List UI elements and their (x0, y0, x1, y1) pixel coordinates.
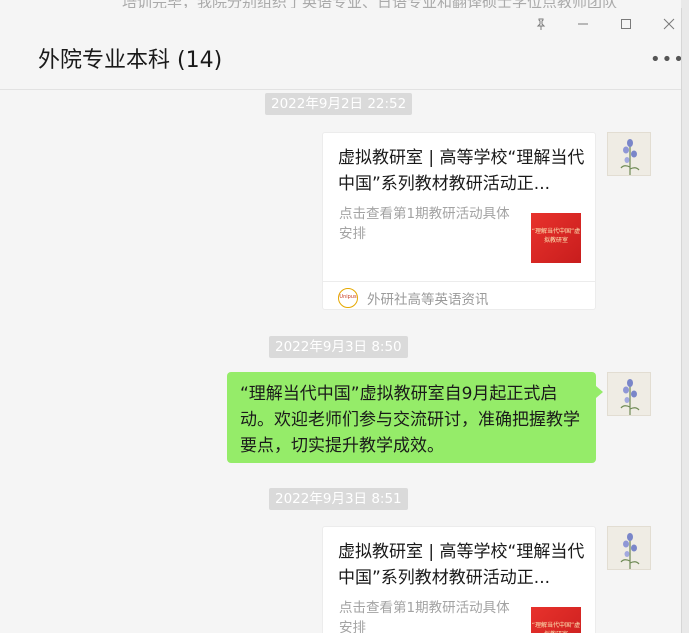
avatar[interactable] (607, 132, 651, 176)
article-thumbnail: “理解当代中国”虚拟教研室 (531, 607, 581, 633)
bubble-tail (596, 386, 603, 398)
timestamp: 2022年9月3日 8:50 (269, 336, 408, 358)
article-card[interactable]: 虚拟教研室 | 高等学校“理解当代中国”系列教材教研活动正... 点击查看第1期… (322, 132, 596, 310)
timestamp: 2022年9月2日 22:52 (265, 93, 413, 115)
thumbnail-text: “理解当代中国”虚拟教研室 (531, 228, 581, 244)
maximize-icon[interactable] (620, 18, 632, 33)
chat-header: 外院专业本科 (14) ••• (0, 8, 681, 90)
pin-icon[interactable] (535, 18, 547, 33)
avatar[interactable] (607, 372, 651, 416)
timestamp: 2022年9月3日 8:51 (269, 488, 408, 510)
chat-window: 外院专业本科 (14) ••• 2022年9月2日 22:52 虚拟教研室 | … (0, 8, 682, 633)
source-name: 外研社高等英语资讯 (367, 292, 489, 308)
article-thumbnail: “理解当代中国”虚拟教研室 (531, 213, 581, 263)
close-icon[interactable] (663, 18, 675, 33)
article-source: Unipus 外研社高等英语资讯 (323, 281, 595, 312)
chat-title: 外院专业本科 (14) (38, 48, 223, 73)
source-logo-icon: Unipus (338, 288, 358, 308)
more-icon[interactable]: ••• (650, 49, 681, 70)
message-bubble[interactable]: “理解当代中国”虚拟教研室自9月起正式启动。欢迎老师们参与交流研讨，准确把握教学… (227, 372, 596, 463)
minimize-icon[interactable] (577, 18, 589, 33)
article-card[interactable]: 虚拟教研室 | 高等学校“理解当代中国”系列教材教研活动正... 点击查看第1期… (322, 526, 596, 633)
right-scroll-edge (681, 0, 689, 633)
article-title: 虚拟教研室 | 高等学校“理解当代中国”系列教材教研活动正... (338, 148, 585, 194)
article-desc: 点击查看第1期教研活动具体安排 (339, 600, 510, 633)
thumbnail-text: “理解当代中国”虚拟教研室 (531, 622, 581, 633)
avatar[interactable] (607, 526, 651, 570)
article-desc: 点击查看第1期教研活动具体安排 (339, 206, 510, 242)
article-title: 虚拟教研室 | 高等学校“理解当代中国”系列教材教研活动正... (338, 542, 585, 588)
